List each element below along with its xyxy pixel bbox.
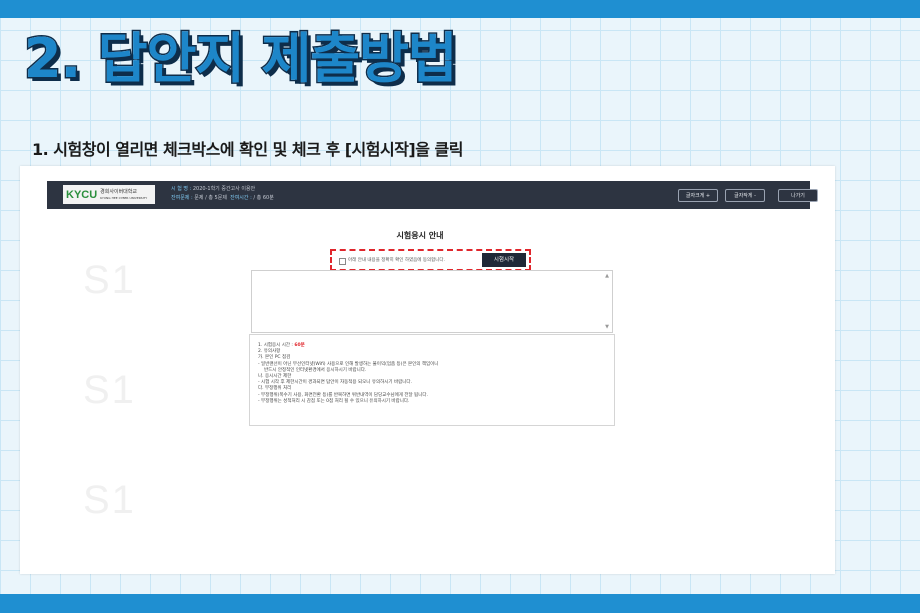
logo-text: KYCU bbox=[66, 188, 98, 201]
slide-title: 2. 답안지 제출방법 bbox=[22, 26, 458, 92]
watermark: S1 bbox=[83, 478, 136, 522]
university-logo: KYCU 경희사이버대학교 KYUNG HEE CYBER UNIVERSITY bbox=[63, 185, 155, 204]
notice-line: - 부정행위는 성적처리 시 감점 또는 0점 처리 될 수 있으니 유의하시기… bbox=[258, 398, 410, 404]
font-size-down-button[interactable]: 글자작게 - bbox=[725, 189, 765, 202]
scroll-down-icon[interactable]: ▼ bbox=[605, 324, 609, 330]
notice-panel: 1. 시험응시 시간 : 60분 2. 유의사항 가. 본인 PC 점검 - 일… bbox=[249, 334, 615, 426]
agree-label: 아래 안내 내용을 정확히 확인 하였음에 동의합니다. bbox=[348, 258, 445, 263]
watermark: S1 bbox=[83, 258, 136, 302]
exam-screen: S1 S1 S1 KYCU 경희사이버대학교 KYUNG HEE CYBER U… bbox=[20, 166, 835, 574]
exam-info: 시 험 명 : 2020-1학기 중간고사 이용안 잔여문제 : 문제 / 총 … bbox=[171, 186, 274, 201]
watermark: S1 bbox=[83, 368, 136, 412]
agreement-highlight: 아래 안내 내용을 정확히 확인 하였음에 동의합니다. 시험시작 bbox=[330, 249, 531, 271]
guide-title: 시험응시 안내 bbox=[396, 231, 444, 240]
guide-textarea[interactable]: ▲ ▼ bbox=[251, 270, 613, 333]
logo-korean: 경희사이버대학교 KYUNG HEE CYBER UNIVERSITY bbox=[100, 188, 148, 200]
start-exam-button[interactable]: 시험시작 bbox=[482, 253, 526, 267]
scroll-up-icon[interactable]: ▲ bbox=[605, 273, 609, 279]
font-size-up-button[interactable]: 글자크게 + bbox=[678, 189, 718, 202]
exit-button[interactable]: 나가기 bbox=[778, 189, 818, 202]
bottom-band bbox=[0, 594, 920, 613]
agree-checkbox[interactable] bbox=[339, 258, 346, 265]
slide-subtitle: 1. 시험창이 열리면 체크박스에 확인 및 체크 후 [시험시작]을 클릭 bbox=[32, 140, 463, 159]
top-band bbox=[0, 0, 920, 18]
exam-header-bar: KYCU 경희사이버대학교 KYUNG HEE CYBER UNIVERSITY… bbox=[47, 181, 818, 209]
